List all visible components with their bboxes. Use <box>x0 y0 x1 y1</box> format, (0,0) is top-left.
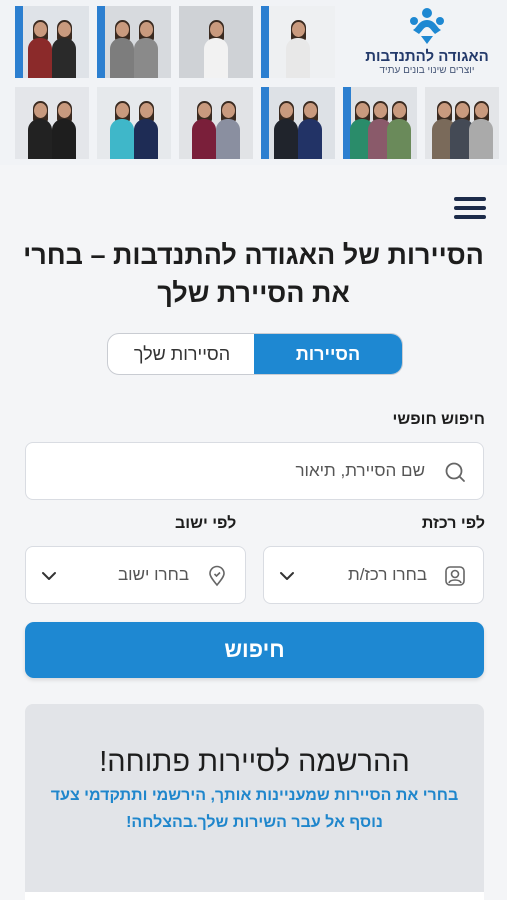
search-button[interactable]: חיפוש <box>25 622 484 678</box>
chevron-down-icon <box>280 572 294 580</box>
registration-text: בחרי את הסיירות שמעניינות אותך, הירשמי ו… <box>50 787 459 831</box>
settlement-select[interactable]: בחרו ישוב <box>25 546 246 604</box>
collage-photo <box>261 87 335 159</box>
coordinator-label: לפי רכזת <box>421 515 485 532</box>
menu-button[interactable] <box>450 196 490 222</box>
header-photo-collage: האגודה להתנדבות יוצרים שינוי בונים עתיד <box>0 0 507 165</box>
hamburger-icon <box>454 197 486 201</box>
hamburger-line <box>454 206 486 210</box>
registration-title: ההרשמה לסיירות פתוחה! <box>99 746 410 778</box>
page-title: הסיירות של האגודה להתנדבות – בחרי את הסי… <box>23 240 484 308</box>
coordinator-placeholder: בחרו רכז/ת <box>347 565 427 584</box>
free-search-label: חיפוש חופשי <box>392 411 485 428</box>
content-strip <box>25 892 484 900</box>
collage-photo <box>179 6 253 78</box>
collage-photo <box>425 87 499 159</box>
free-search-input[interactable]: שם הסיירת, תיאור <box>25 442 484 500</box>
registration-banner: ההרשמה לסיירות פתוחה! בחרי את הסיירות שמ… <box>25 704 484 900</box>
tab-patrols[interactable]: הסיירות <box>254 334 402 374</box>
tab-switch: הסיירות הסיירות שלך <box>107 333 403 375</box>
search-icon <box>445 462 465 482</box>
collage-photo <box>15 87 89 159</box>
collage-photo <box>97 87 171 159</box>
logo-mark-icon <box>410 8 444 44</box>
logo-subtitle: יוצרים שינוי בונים עתיד <box>379 65 475 76</box>
coordinator-select[interactable]: בחרו רכז/ת <box>263 546 484 604</box>
collage-photo <box>97 6 171 78</box>
chevron-down-icon <box>42 572 56 580</box>
collage-photo <box>179 87 253 159</box>
site-logo[interactable]: האגודה להתנדבות יוצרים שינוי בונים עתיד <box>352 6 502 82</box>
logo-title: האגודה להתנדבות <box>365 48 489 65</box>
hamburger-line <box>454 215 486 219</box>
free-search-placeholder: שם הסיירת, תיאור <box>295 461 425 480</box>
collage-photo <box>343 87 417 159</box>
location-pin-icon <box>209 565 225 587</box>
user-icon <box>445 566 465 586</box>
settlement-placeholder: בחרו ישוב <box>118 565 189 584</box>
settlement-label: לפי ישוב <box>175 515 237 532</box>
collage-photo <box>261 6 335 78</box>
tab-my-patrols[interactable]: הסיירות שלך <box>108 334 256 374</box>
collage-photo <box>15 6 89 78</box>
